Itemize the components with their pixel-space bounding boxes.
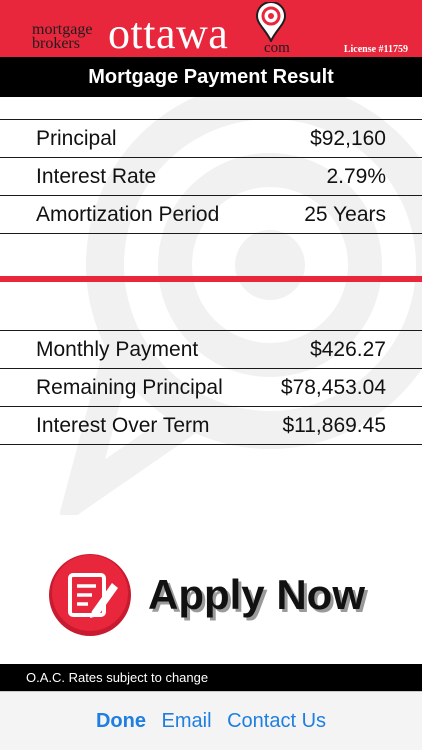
apply-now-button[interactable]: Apply Now: [48, 553, 388, 637]
brand-logo: mortgage brokers ottawa com: [32, 2, 312, 58]
remaining-principal-label: Remaining Principal: [36, 376, 223, 399]
interest-over-term-row: Interest Over Term $11,869.45: [0, 407, 422, 445]
red-divider: [0, 276, 422, 282]
bottom-toolbar: Done Email Contact Us: [0, 691, 422, 750]
remaining-principal-value: $78,453.04: [280, 376, 386, 399]
principal-row: Principal $92,160: [0, 120, 422, 158]
brand-header: mortgage brokers ottawa com License #117…: [0, 0, 422, 57]
monthly-payment-label: Monthly Payment: [36, 338, 199, 361]
email-button[interactable]: Email: [162, 710, 212, 732]
edit-document-icon: [49, 554, 131, 636]
amortization-row: Amortization Period 25 Years: [0, 196, 422, 234]
monthly-payment-value: $426.27: [310, 338, 386, 361]
interest-rate-value: 2.79%: [326, 165, 386, 188]
map-pin-icon: [255, 2, 287, 42]
done-button[interactable]: Done: [96, 710, 146, 732]
interest-rate-row: Interest Rate 2.79%: [0, 158, 422, 196]
amortization-label: Amortization Period: [36, 203, 220, 226]
apply-now-label: Apply Now: [148, 571, 365, 618]
logo-suffix: com: [264, 40, 290, 56]
rates-notice: O.A.C. Rates subject to change: [0, 664, 422, 691]
monthly-payment-row: Monthly Payment $426.27: [0, 331, 422, 369]
logo-word-brokers: brokers: [32, 35, 80, 52]
remaining-principal-row: Remaining Principal $78,453.04: [0, 369, 422, 407]
license-number: License #11759: [343, 44, 408, 55]
interest-over-term-value: $11,869.45: [282, 414, 386, 437]
interest-over-term-label: Interest Over Term: [36, 414, 210, 437]
page-title: Mortgage Payment Result: [0, 57, 422, 97]
contact-us-button[interactable]: Contact Us: [227, 710, 326, 732]
interest-rate-label: Interest Rate: [36, 165, 157, 188]
principal-label: Principal: [36, 127, 117, 150]
logo-word-ottawa: ottawa: [108, 9, 229, 58]
principal-value: $92,160: [310, 127, 386, 150]
inputs-list: Principal $92,160 Interest Rate 2.79% Am…: [0, 120, 422, 234]
amortization-value: 25 Years: [304, 203, 386, 226]
results-list: Monthly Payment $426.27 Remaining Princi…: [0, 331, 422, 445]
